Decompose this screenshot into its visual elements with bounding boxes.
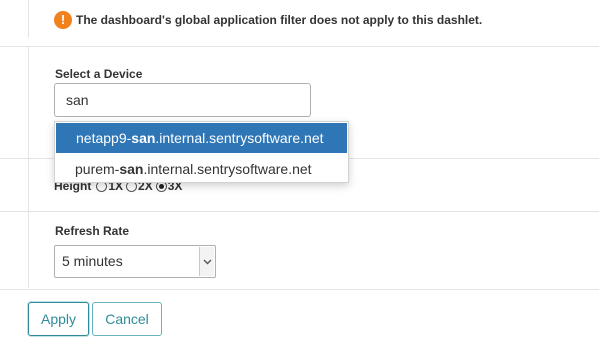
suggestion-prefix: netapp9- [76,130,132,146]
suggestion-match: san [131,130,156,146]
suggestion-item[interactable]: netapp9-san.internal.sentrysoftware.net [56,123,347,153]
cancel-button[interactable]: Cancel [92,302,162,336]
filter-notice: ! The dashboard's global application fil… [54,11,482,29]
chevron-down-icon[interactable] [199,247,214,276]
exclamation-icon: ! [54,11,72,29]
section-divider [0,289,599,290]
device-label: Select a Device [55,67,143,81]
section-divider [0,46,599,47]
device-suggestions-dropdown: netapp9-san.internal.sentrysoftware.net … [54,121,349,183]
left-gutter-divider-middle [28,47,29,288]
section-divider [0,211,599,212]
left-gutter-divider-top [28,0,29,38]
suggestion-suffix: .internal.sentrysoftware.net [143,161,312,177]
refresh-rate-select[interactable]: 5 minutes [54,245,216,278]
suggestion-suffix: .internal.sentrysoftware.net [155,130,324,146]
suggestion-match: san [119,161,144,177]
apply-button[interactable]: Apply [28,302,89,336]
refresh-rate-value: 5 minutes [62,253,123,269]
notice-text: The dashboard's global application filte… [76,13,483,27]
device-search-input[interactable] [54,83,311,117]
refresh-rate-label: Refresh Rate [55,224,130,238]
suggestion-item[interactable]: purem-san.internal.sentrysoftware.net [55,154,348,184]
suggestion-prefix: purem- [75,161,120,177]
